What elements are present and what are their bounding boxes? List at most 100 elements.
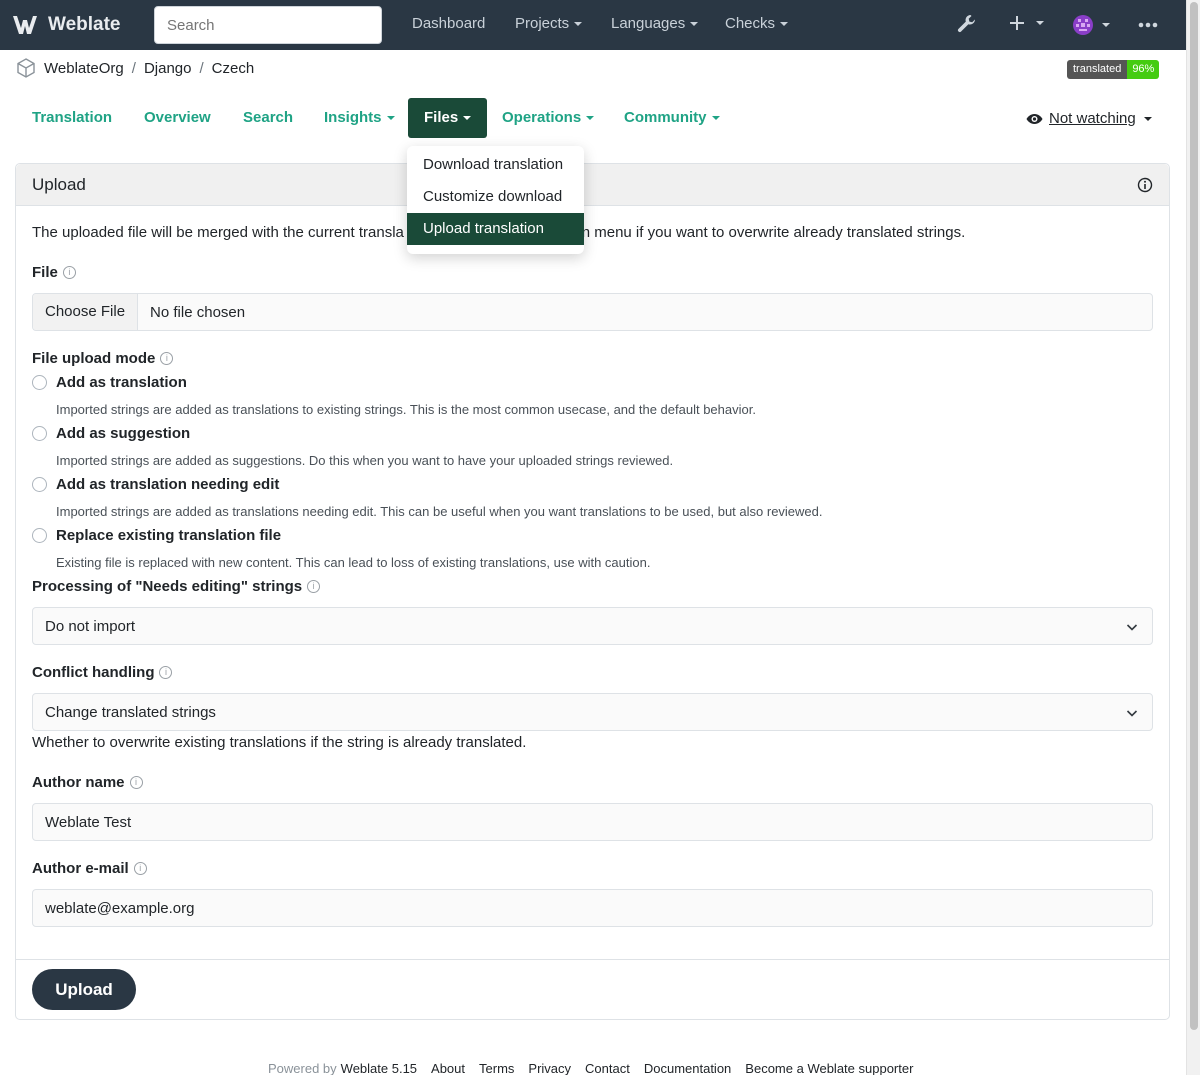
scrollbar-thumb[interactable] <box>1190 2 1198 1030</box>
page-scrollbar[interactable] <box>1186 0 1200 1075</box>
tab-translation-label: Translation <box>32 109 113 126</box>
upload-description-right: pdown menu if you want to overwrite alre… <box>545 224 966 241</box>
footer-link-privacy[interactable]: Privacy <box>528 1061 571 1075</box>
wrench-icon[interactable] <box>956 13 978 35</box>
caret-down-icon <box>386 116 395 120</box>
watch-toggle[interactable]: Not watching <box>1026 110 1152 127</box>
footer-link-contact[interactable]: Contact <box>585 1061 630 1075</box>
radio-label: Replace existing translation file <box>56 527 282 544</box>
tab-insights[interactable]: Insights <box>308 98 411 138</box>
nav-checks[interactable]: Checks <box>725 15 789 32</box>
tab-overview-label: Overview <box>144 109 211 126</box>
tab-insights-label: Insights <box>324 109 382 126</box>
conflict-select-value: Change translated strings <box>45 703 216 721</box>
nav-projects-label: Projects <box>515 15 570 32</box>
caret-down-icon <box>463 116 472 120</box>
radio-replace-file[interactable]: Replace existing translation file <box>32 527 281 544</box>
file-label-text: File <box>32 264 58 281</box>
caret-down-icon <box>780 21 789 26</box>
upload-mode-label: File upload mode i <box>32 350 174 367</box>
help-icon[interactable]: i <box>159 666 173 679</box>
tab-translation[interactable]: Translation <box>16 98 128 138</box>
tab-search[interactable]: Search <box>227 98 309 138</box>
more-menu-icon[interactable] <box>1138 22 1158 28</box>
tab-community[interactable]: Community <box>608 98 736 138</box>
author-name-value: Weblate Test <box>45 813 132 831</box>
eye-icon <box>1026 113 1043 124</box>
help-icon[interactable]: i <box>129 776 143 789</box>
top-navbar: Weblate Dashboard Projects Languages Che… <box>0 0 1186 50</box>
footer-version-link[interactable]: Weblate 5.15 <box>341 1061 417 1075</box>
conflict-help: Whether to overwrite existing translatio… <box>32 734 527 751</box>
breadcrumb-separator: / <box>199 59 204 77</box>
tab-search-label: Search <box>243 109 294 126</box>
file-input[interactable]: Choose File No file chosen <box>32 293 1153 331</box>
radio-button[interactable] <box>32 528 47 543</box>
author-email-input[interactable]: weblate@example.org <box>32 889 1153 927</box>
help-icon[interactable]: i <box>133 862 147 875</box>
tab-files[interactable]: Files <box>408 98 488 138</box>
menu-item-download-translation[interactable]: Download translation <box>407 149 584 181</box>
panel-header: Upload <box>16 164 1169 206</box>
radio-label: Add as translation <box>56 374 187 391</box>
upload-button[interactable]: Upload <box>32 969 136 1010</box>
menu-item-customize-download[interactable]: Customize download <box>407 181 584 213</box>
caret-down-icon <box>1143 116 1152 121</box>
footer-link-documentation[interactable]: Documentation <box>644 1061 731 1075</box>
nav-projects[interactable]: Projects <box>515 15 583 32</box>
info-icon[interactable] <box>1137 177 1153 193</box>
radio-add-needing-edit[interactable]: Add as translation needing edit <box>32 476 279 493</box>
project-icon <box>17 58 35 78</box>
breadcrumb-project[interactable]: Django <box>144 60 192 77</box>
avatar <box>1073 15 1093 35</box>
conflict-label-text: Conflict handling <box>32 664 155 681</box>
breadcrumb-language[interactable]: Czech <box>212 60 255 77</box>
radio-add-translation[interactable]: Add as translation <box>32 374 187 391</box>
plus-icon <box>1010 16 1024 30</box>
nav-checks-label: Checks <box>725 15 776 32</box>
files-dropdown-menu: Download translation Customize download … <box>407 146 584 254</box>
fuzzy-label-text: Processing of "Needs editing" strings <box>32 578 303 595</box>
help-icon[interactable]: i <box>62 266 76 279</box>
footer-link-supporter[interactable]: Become a Weblate supporter <box>745 1061 913 1075</box>
footer-link-terms[interactable]: Terms <box>479 1061 514 1075</box>
help-icon[interactable]: i <box>160 352 174 365</box>
powered-by-text: Powered by <box>268 1061 337 1075</box>
user-menu[interactable] <box>1072 14 1110 36</box>
tab-overview[interactable]: Overview <box>128 98 227 138</box>
choose-file-button[interactable]: Choose File <box>33 294 139 330</box>
search-input[interactable] <box>154 6 382 44</box>
chevron-down-icon <box>1126 710 1138 717</box>
author-name-label-text: Author name <box>32 774 125 791</box>
file-label: File i <box>32 264 76 281</box>
watch-label: Not watching <box>1049 110 1136 127</box>
radio-button[interactable] <box>32 375 47 390</box>
author-name-input[interactable]: Weblate Test <box>32 803 1153 841</box>
radio-button[interactable] <box>32 426 47 441</box>
caret-down-icon <box>1036 21 1044 25</box>
upload-description-left: The uploaded file will be merged with th… <box>32 224 404 241</box>
brand[interactable]: Weblate <box>10 12 121 38</box>
tab-operations[interactable]: Operations <box>486 98 610 138</box>
progress-badge-value: 96% <box>1127 60 1160 79</box>
add-menu[interactable] <box>1008 14 1044 32</box>
caret-down-icon <box>690 21 699 26</box>
panel-title: Upload <box>32 174 86 194</box>
breadcrumb-organization[interactable]: WeblateOrg <box>44 60 124 77</box>
nav-languages[interactable]: Languages <box>611 15 699 32</box>
chevron-down-icon <box>1126 624 1138 631</box>
footer-link-about[interactable]: About <box>431 1061 465 1075</box>
radio-add-suggestion[interactable]: Add as suggestion <box>32 425 190 442</box>
translated-progress-badge[interactable]: translated 96% <box>1067 60 1160 79</box>
fuzzy-select[interactable]: Do not import <box>32 607 1153 645</box>
radio-help: Imported strings are added as translatio… <box>56 504 823 519</box>
help-icon[interactable]: i <box>307 580 321 593</box>
author-name-label: Author name i <box>32 774 143 791</box>
conflict-select[interactable]: Change translated strings <box>32 693 1153 731</box>
radio-button[interactable] <box>32 477 47 492</box>
caret-down-icon <box>1102 23 1110 27</box>
weblate-logo-icon <box>13 16 37 34</box>
caret-down-icon <box>586 116 595 120</box>
menu-item-upload-translation[interactable]: Upload translation <box>407 213 584 245</box>
nav-dashboard[interactable]: Dashboard <box>412 15 485 32</box>
